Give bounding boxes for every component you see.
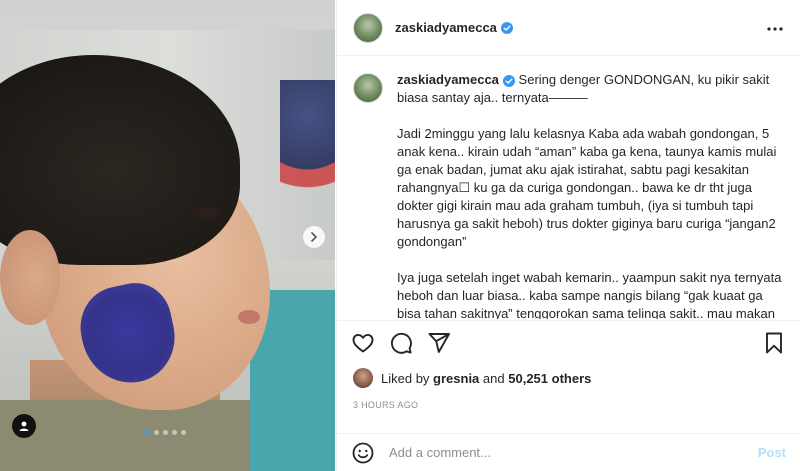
- photo-eye: [190, 208, 220, 218]
- more-options-icon: [767, 26, 783, 31]
- post-detail-panel: zaskiadyamecca zaskiadyamecca Sering den…: [336, 0, 800, 471]
- photo-toy: [280, 80, 335, 200]
- more-options-button[interactable]: [766, 19, 784, 37]
- user-tag-icon: [19, 421, 29, 431]
- emoji-icon: [352, 442, 374, 463]
- avatar[interactable]: [353, 12, 383, 43]
- caption-body: zaskiadyamecca Sering denger GONDONGAN, …: [397, 71, 784, 319]
- header-username[interactable]: zaskiadyamecca: [395, 20, 497, 35]
- likes-user-link[interactable]: gresnia: [433, 371, 479, 386]
- caption-paragraph: Jadi 2minggu yang lalu kelasnya Kaba ada…: [397, 126, 781, 249]
- carousel-dot: [172, 430, 177, 435]
- verified-badge-icon: [502, 74, 515, 87]
- bookmark-icon: [766, 332, 782, 353]
- avatar[interactable]: [353, 368, 373, 388]
- likes-prefix: Liked by: [381, 370, 430, 386]
- likes-count-link[interactable]: 50,251 others: [508, 371, 591, 386]
- carousel-dot: [181, 430, 186, 435]
- emoji-button[interactable]: [351, 441, 375, 465]
- comment-icon: [391, 332, 412, 354]
- verified-badge-icon: [500, 21, 513, 34]
- share-button[interactable]: [427, 331, 451, 355]
- avatar[interactable]: [353, 73, 383, 103]
- comment-input[interactable]: [389, 445, 758, 460]
- carousel-dot: [154, 430, 159, 435]
- caption-username[interactable]: zaskiadyamecca: [397, 72, 499, 87]
- carousel-dot: [163, 430, 168, 435]
- photo-shirt: [0, 400, 250, 471]
- photo-lips: [238, 310, 260, 324]
- comment-bar: Post: [337, 433, 800, 471]
- likes-and: and: [482, 370, 505, 386]
- like-button[interactable]: [351, 331, 375, 355]
- carousel-indicator: [145, 430, 186, 435]
- likes-summary: Liked by gresnia and 50,251 others: [353, 368, 591, 388]
- carousel-dot: [145, 430, 150, 435]
- action-bar: [337, 320, 800, 364]
- post-photo[interactable]: [0, 0, 335, 471]
- carousel-next-button[interactable]: [303, 226, 325, 248]
- save-button[interactable]: [762, 331, 786, 355]
- chevron-right-icon: [311, 232, 318, 242]
- caption-paragraph: Iya juga setelah inget wabah kemarin.. y…: [397, 270, 782, 319]
- post-timestamp[interactable]: 3 HOURS AGO: [353, 400, 418, 410]
- share-icon: [428, 332, 450, 353]
- caption-area: zaskiadyamecca Sering denger GONDONGAN, …: [337, 57, 800, 319]
- post-comment-button[interactable]: Post: [758, 445, 786, 460]
- post-header: zaskiadyamecca: [337, 0, 800, 56]
- user-tag-button[interactable]: [12, 414, 36, 438]
- photo-ear: [0, 230, 60, 325]
- comment-button[interactable]: [389, 331, 413, 355]
- heart-icon: [352, 333, 374, 352]
